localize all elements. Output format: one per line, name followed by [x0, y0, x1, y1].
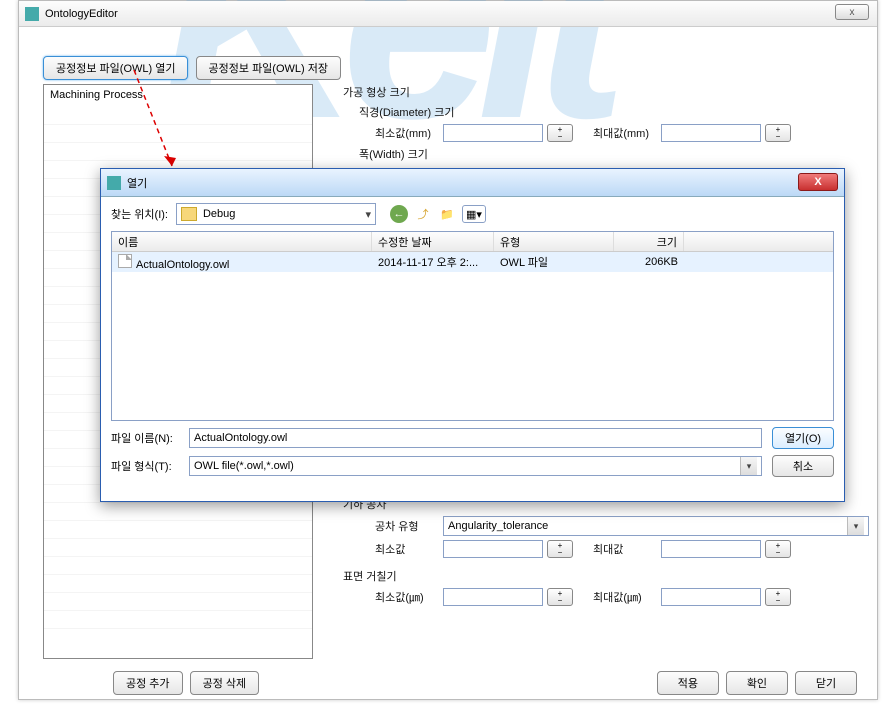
rough-max-input[interactable]: [661, 588, 761, 606]
col-type[interactable]: 유형: [494, 232, 614, 251]
folder-icon: [181, 207, 197, 221]
dialog-cancel-button[interactable]: 취소: [772, 455, 834, 477]
open-owl-button[interactable]: 공정정보 파일(OWL) 열기: [43, 56, 188, 80]
col-size[interactable]: 크기: [614, 232, 684, 251]
dialog-title: 열기: [127, 175, 147, 191]
geo-min-spinner[interactable]: [547, 540, 573, 558]
nav-view-icon[interactable]: ▦▾: [462, 205, 486, 223]
tol-type-dropdown[interactable]: Angularity_tolerance: [443, 516, 869, 536]
filename-label: 파일 이름(N):: [111, 430, 189, 446]
geo-min-label: 최소값: [375, 541, 443, 557]
rough-min-label: 최소값(㎛): [375, 589, 443, 605]
dialog-titlebar: 열기 X: [101, 169, 844, 197]
col-name[interactable]: 이름: [112, 232, 372, 251]
rough-max-label: 최대값(㎛): [593, 589, 661, 605]
apply-button[interactable]: 적용: [657, 671, 719, 695]
file-icon: [118, 254, 132, 268]
delete-process-button[interactable]: 공정 삭제: [190, 671, 260, 695]
list-item[interactable]: ActualOntology.owl 2014-11-17 오후 2:... O…: [112, 252, 833, 272]
ok-button[interactable]: 확인: [726, 671, 788, 695]
main-close-button[interactable]: x: [835, 4, 869, 20]
rough-min-input[interactable]: [443, 588, 543, 606]
min-mm-label: 최소값(mm): [375, 125, 443, 141]
file-list[interactable]: 이름 수정한 날짜 유형 크기 ActualOntology.owl 2014-…: [111, 231, 834, 421]
rough-max-spinner[interactable]: [765, 588, 791, 606]
diameter-label: 직경(Diameter) 크기: [359, 104, 869, 120]
rough-min-spinner[interactable]: [547, 588, 573, 606]
filetype-label: 파일 형식(T):: [111, 458, 189, 474]
nav-back-icon[interactable]: ←: [390, 205, 408, 223]
dialog-open-button[interactable]: 열기(O): [772, 427, 834, 449]
nav-newfolder-icon[interactable]: 📁: [438, 205, 456, 223]
geo-min-input[interactable]: [443, 540, 543, 558]
add-process-button[interactable]: 공정 추가: [113, 671, 183, 695]
geo-max-input[interactable]: [661, 540, 761, 558]
geo-max-spinner[interactable]: [765, 540, 791, 558]
save-owl-button[interactable]: 공정정보 파일(OWL) 저장: [196, 56, 341, 80]
tol-type-label: 공차 유형: [375, 518, 443, 534]
main-titlebar: OntologyEditor x: [19, 1, 877, 27]
open-file-dialog: 열기 X 찾는 위치(I): Debug ← ⤴ 📁 ▦▾ 이름 수정한 날짜 …: [100, 168, 845, 502]
file-list-header: 이름 수정한 날짜 유형 크기: [112, 232, 833, 252]
width-label: 폭(Width) 크기: [359, 146, 869, 162]
diameter-min-spinner[interactable]: [547, 124, 573, 142]
look-in-label: 찾는 위치(I):: [111, 206, 168, 222]
close-button[interactable]: 닫기: [795, 671, 857, 695]
diameter-max-spinner[interactable]: [765, 124, 791, 142]
nav-up-icon[interactable]: ⤴: [414, 205, 432, 223]
geo-max-label: 최대값: [593, 541, 661, 557]
dialog-close-button[interactable]: X: [798, 173, 838, 191]
group-rough: 표면 거칠기: [343, 568, 869, 584]
app-title: OntologyEditor: [45, 8, 118, 20]
app-icon: [25, 7, 39, 21]
look-in-combo[interactable]: Debug: [176, 203, 376, 225]
max-mm-label: 최대값(mm): [593, 125, 661, 141]
diameter-min-input[interactable]: [443, 124, 543, 142]
group-shape: 가공 형상 크기: [343, 84, 869, 100]
diameter-max-input[interactable]: [661, 124, 761, 142]
filename-input[interactable]: ActualOntology.owl: [189, 428, 762, 448]
dialog-app-icon: [107, 176, 121, 190]
col-date[interactable]: 수정한 날짜: [372, 232, 494, 251]
filetype-dropdown[interactable]: OWL file(*.owl,*.owl): [189, 456, 762, 476]
tree-root[interactable]: Machining Process: [44, 85, 312, 105]
